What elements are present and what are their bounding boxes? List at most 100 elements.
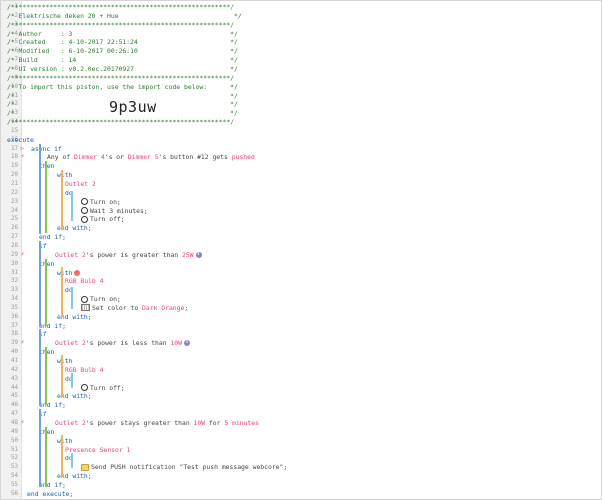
device-or-value-token[interactable]: Dimmer 5 <box>128 153 159 161</box>
device-or-value-token[interactable]: 10W <box>170 339 182 347</box>
code-line: 5/* Created : 4-10-2017 22:51:24 */ <box>1 38 601 47</box>
code-text: end if; <box>39 401 66 410</box>
code-line: 52 do <box>1 454 601 463</box>
line-number: 20 <box>11 172 18 179</box>
line-number: 50 <box>11 437 18 444</box>
text-token: Turn off; <box>90 383 125 392</box>
line-number: 21 <box>11 181 18 187</box>
line-number: 43 <box>11 375 18 382</box>
code-text: Outlet 2's power stays greater than 10W … <box>55 419 259 428</box>
code-text: /* Build : 14 */ <box>7 56 238 65</box>
code-text: RGB Bulb 4 <box>65 277 103 286</box>
code-text: Turn on; <box>81 295 121 304</box>
code-line: 10/* To import this piston, use the impo… <box>1 83 601 92</box>
message-icon <box>81 463 89 471</box>
device-or-value-token[interactable]: 5 minutes <box>224 419 259 427</box>
code-line: 41 with <box>1 357 601 366</box>
code-line: 30then <box>1 260 601 269</box>
code-text: Turn off; <box>81 215 125 224</box>
device-or-value-token[interactable]: 10W <box>194 419 206 427</box>
device-or-value-token[interactable]: Dimmer 4 <box>74 153 105 161</box>
code-text: /* Modified : 6-10-2017 00:26:10 */ <box>7 47 238 56</box>
code-text: Send PUSH notification "Test push messag… <box>81 463 287 472</box>
keyword-token: with <box>57 357 73 365</box>
text-token: 's power is less than <box>85 339 171 348</box>
if-block-bar <box>39 241 41 326</box>
device-or-value-token[interactable]: Outlet 2 <box>55 251 86 259</box>
device-or-value-token[interactable]: 25W <box>182 251 194 259</box>
text-token: Turn on; <box>90 197 121 206</box>
keyword-token: with <box>57 268 73 277</box>
command-circle-icon <box>81 207 88 215</box>
code-line: 7/* Build : 14 */ <box>1 56 601 65</box>
line-number: 23 <box>11 198 18 205</box>
code-text: end if; <box>39 481 66 490</box>
info-badge-icon[interactable]: ℹ <box>183 340 190 347</box>
text-token: Turn on; <box>90 295 121 304</box>
code-line: 20 with <box>1 171 601 180</box>
line-number: 42 <box>11 366 18 373</box>
with-block-bar <box>61 355 63 397</box>
line-number: 15 <box>11 127 18 134</box>
trigger-marker-icon: ⚡ <box>20 339 25 347</box>
comment-token: /***************************************… <box>7 73 235 82</box>
line-number: 52 <box>11 455 18 462</box>
async-marker-icon: ▷ <box>20 144 25 152</box>
device-or-value-token[interactable]: Outlet 2 <box>55 419 86 427</box>
code-text: /***************************************… <box>7 3 234 12</box>
code-line: 53 Send PUSH notification "Test push mess… <box>1 463 601 472</box>
line-number: 25 <box>11 216 18 223</box>
then-block-bar <box>45 259 47 326</box>
line-number: 53 <box>11 464 18 471</box>
comment-token: /* Elektrische deken 20 + Hue */ <box>7 11 242 20</box>
code-text: end execute; <box>27 490 73 499</box>
text-token: 's power is greater than <box>85 250 182 259</box>
code-text: Wait 3 minutes; <box>81 207 148 216</box>
keyword-token: end if; <box>39 401 66 410</box>
code-line: 31 with <box>1 269 601 278</box>
comment-token: /***************************************… <box>7 3 235 11</box>
line-number: 35 <box>11 304 18 311</box>
device-or-value-token[interactable]: Outlet 2 <box>65 180 96 188</box>
code-text: Outlet 2's power is greater than 25W ℹ <box>55 251 202 260</box>
code-line: 36 end with; <box>1 313 601 322</box>
comment-token: /* Created : 4-10-2017 22:51:24 */ <box>7 38 238 47</box>
text-token: for <box>205 418 225 427</box>
code-line: 19then <box>1 162 601 171</box>
code-text: end if; <box>39 233 66 242</box>
code-line: 43 do <box>1 375 601 384</box>
line-number: 39 <box>11 340 18 347</box>
command-circle-icon <box>81 198 88 206</box>
line-number: 29 <box>11 251 18 258</box>
if-block-bar <box>39 409 41 487</box>
comment-token: /***************************************… <box>7 118 235 127</box>
code-line: 48 ⚡ Outlet 2's power stays greater than 1… <box>1 419 601 428</box>
code-text: Any of Dimmer 4's or Dimmer 5's button #… <box>47 153 255 162</box>
code-line: 8/* UI version : v0.2.0ec.20170927 */ <box>1 65 601 74</box>
line-number: 32 <box>11 278 18 285</box>
code-line: 33 do <box>1 286 601 295</box>
code-text: /* Created : 4-10-2017 22:51:24 */ <box>7 38 238 47</box>
piston-code-viewer: 1/**************************************… <box>0 0 602 500</box>
code-line: 12/* */ <box>1 100 601 109</box>
code-line: 21 Outlet 2 <box>1 180 601 189</box>
code-text: /***************************************… <box>7 21 234 30</box>
device-or-value-token[interactable]: Presence Sensor 1 <box>65 446 130 454</box>
color-palette-icon <box>81 304 90 312</box>
trigger-marker-icon: ⚡ <box>20 153 25 161</box>
code-line: 54 end with; <box>1 472 601 481</box>
info-badge-icon[interactable]: ℹ <box>195 251 202 258</box>
code-line: 55 end if; <box>1 481 601 490</box>
trigger-marker-icon: ⚡ <box>20 418 25 426</box>
code-text: async if <box>31 145 62 154</box>
code-text: /* Author : 3 */ <box>7 30 238 39</box>
code-line: 18 ⚡ Any of Dimmer 4's or Dimmer 5's butto… <box>1 153 601 162</box>
device-or-value-token[interactable]: pushed <box>232 153 255 161</box>
code-line: 44 Turn off; <box>1 384 601 393</box>
device-or-value-token[interactable]: RGB Bulb 4 <box>65 277 103 285</box>
device-or-value-token[interactable]: Outlet 2 <box>55 339 86 347</box>
code-line: 51 Presence Sensor 1 <box>1 446 601 455</box>
line-number: 27 <box>11 234 18 241</box>
async-block-bar <box>39 144 41 234</box>
device-or-value-token[interactable]: Dark Orange <box>142 304 184 312</box>
